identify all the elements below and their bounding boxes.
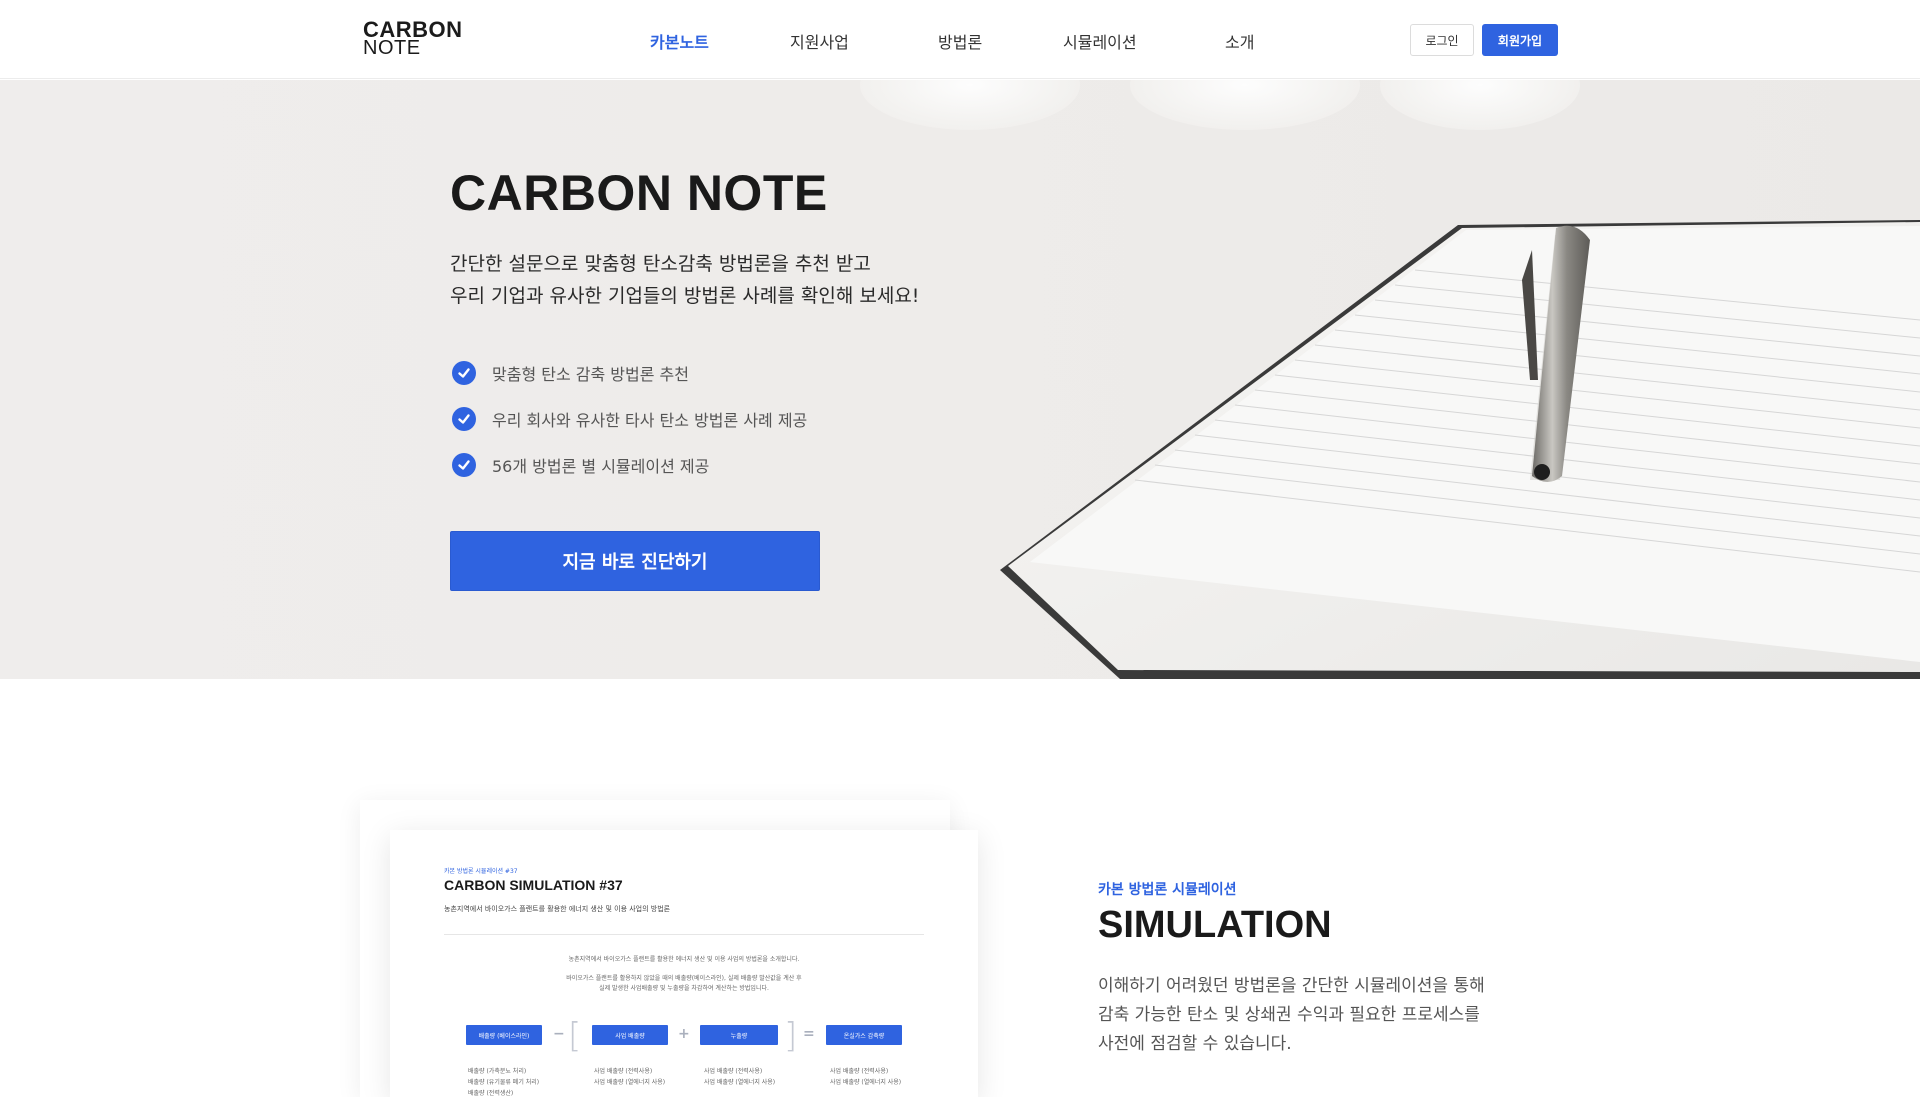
nav-item-simulation[interactable]: 시뮬레이션 [1063, 29, 1137, 53]
note-line: 배출량 (유기물류 폐기 처리) [468, 1079, 540, 1086]
hero-title: CARBON NOTE [450, 165, 828, 221]
plus-operator: + [678, 1026, 690, 1042]
nav-item-methodology[interactable]: 방법론 [938, 29, 982, 53]
hero-subtitle-line-1: 간단한 설문으로 맞춤형 탄소감축 방법론을 추천 받고 [450, 253, 871, 275]
note-line: 사업 배출량 (전력사용) [830, 1068, 889, 1075]
card-kicker: 카본 방법론 시뮬레이션 #37 [444, 868, 518, 875]
card-title: CARBON SIMULATION #37 [444, 877, 623, 893]
formula-box-leakage: 누출량 [700, 1025, 778, 1045]
note-line: 사업 배출량 (열에너지 사용) [594, 1079, 666, 1086]
note-line: 배출량 (가축분뇨 처리) [468, 1068, 527, 1075]
nav-item-about[interactable]: 소개 [1225, 29, 1254, 53]
nav-item-support[interactable]: 지원사업 [790, 29, 849, 53]
equals-operator: = [803, 1026, 815, 1042]
check-circle-icon [452, 361, 476, 385]
simulation-preview-card[interactable]: 카본 방법론 시뮬레이션 #37 CARBON SIMULATION #37 농… [390, 830, 978, 1097]
note-line: 배출량 (전력생산) [468, 1090, 514, 1097]
feature-item: 맞춤형 탄소 감축 방법론 추천 [452, 350, 807, 396]
hero-subtitle-line-2: 우리 기업과 유사한 기업들의 방법론 사례를 확인해 보세요! [450, 285, 920, 307]
note-line: 사업 배출량 (열에너지 사용) [830, 1079, 902, 1086]
feature-item: 56개 방법론 별 시뮬레이션 제공 [452, 442, 807, 488]
hero-section: CARBON NOTE 간단한 설문으로 맞춤형 탄소감축 방법론을 추천 받고… [0, 80, 1920, 679]
card-paragraph: 실제 발생한 사업배출량 및 누출량을 차감하여 계산하는 방법입니다. [599, 985, 769, 992]
formula-note: 배출량 (가축분뇨 처리) 배출량 (유기물류 폐기 처리) 배출량 (전력생산… [468, 1066, 539, 1097]
feature-label: 56개 방법론 별 시뮬레이션 제공 [492, 457, 710, 476]
card-paragraph: 바이오가스 플랜트를 활용하지 않았을 때의 배출량(베이스라인), 실제 배출… [566, 975, 802, 982]
hero-subtitle: 간단한 설문으로 맞춤형 탄소감축 방법론을 추천 받고 우리 기업과 유사한 … [450, 248, 919, 312]
card-description: 농촌지역에서 바이오가스 플랜트를 활용한 에너지 생산 및 이용 사업의 방법… [444, 905, 671, 913]
simulation-description: 이해하기 어려웠던 방법론을 간단한 시뮬레이션을 통해 감축 가능한 탄소 및… [1098, 972, 1485, 1059]
note-line: 사업 배출량 (전력사용) [594, 1068, 653, 1075]
simulation-title: SIMULATION [1098, 904, 1332, 946]
notebook-pen-illustration [1000, 220, 1920, 679]
simulation-text-line-2: 감축 가능한 탄소 및 상쇄권 수익과 필요한 프로세스를 [1098, 1005, 1480, 1025]
note-line: 사업 배출량 (전력사용) [704, 1068, 763, 1075]
feature-list: 맞춤형 탄소 감축 방법론 추천 우리 회사와 유사한 타사 탄소 방법론 사례… [452, 350, 807, 488]
start-diagnosis-button[interactable]: 지금 바로 진단하기 [450, 531, 820, 591]
note-line: 사업 배출량 (열에너지 사용) [704, 1079, 776, 1086]
formula-note: 사업 배출량 (전력사용) 사업 배출량 (열에너지 사용) [830, 1066, 901, 1088]
check-circle-icon [452, 407, 476, 431]
simulation-text-line-3: 사전에 점검할 수 있습니다. [1098, 1034, 1292, 1054]
bracket-open: [ [568, 1016, 582, 1056]
card-paragraph: 농촌지역에서 바이오가스 플랜트를 활용한 에너지 생산 및 이용 사업의 방법… [568, 956, 800, 963]
feature-label: 우리 회사와 유사한 타사 탄소 방법론 사례 제공 [492, 411, 808, 430]
simulation-kicker: 카본 방법론 시뮬레이션 [1098, 882, 1237, 898]
formula-note: 사업 배출량 (전력사용) 사업 배출량 (열에너지 사용) [594, 1066, 665, 1088]
simulation-text-line-1: 이해하기 어려웠던 방법론을 간단한 시뮬레이션을 통해 [1098, 976, 1485, 996]
check-circle-icon [452, 453, 476, 477]
formula-box-reduction: 온실가스 감축량 [826, 1025, 902, 1045]
feature-label: 맞춤형 탄소 감축 방법론 추천 [492, 365, 689, 384]
formula-box-baseline: 배출량 (베이스라인) [466, 1025, 542, 1045]
login-button[interactable]: 로그인 [1410, 24, 1474, 56]
signup-button[interactable]: 회원가입 [1482, 24, 1558, 56]
feature-item: 우리 회사와 유사한 타사 탄소 방법론 사례 제공 [452, 396, 807, 442]
bracket-close: ] [784, 1016, 798, 1056]
minus-operator: − [553, 1026, 565, 1042]
formula-note: 사업 배출량 (전력사용) 사업 배출량 (열에너지 사용) [704, 1066, 775, 1088]
site-header: CARBON NOTE 카본노트 지원사업 방법론 시뮬레이션 소개 로그인 회… [0, 0, 1920, 79]
formula-box-project: 사업 배출량 [592, 1025, 668, 1045]
divider [444, 934, 924, 935]
site-logo[interactable]: CARBON NOTE [363, 19, 463, 59]
nav-item-carbonnote[interactable]: 카본노트 [650, 29, 709, 53]
